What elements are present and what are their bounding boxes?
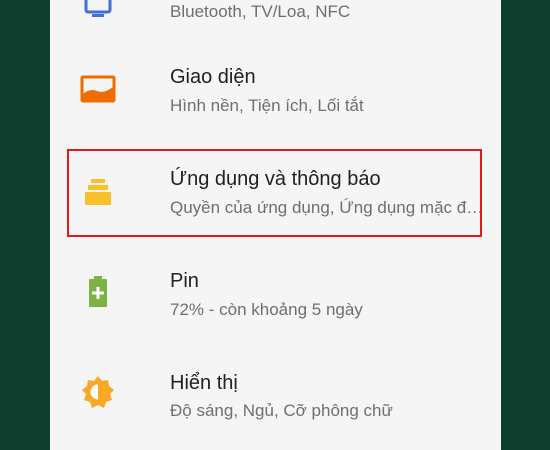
settings-panel: Bluetooth, TV/Loa, NFC Giao diện Hình nề… [50,0,501,450]
battery-icon [76,270,120,314]
settings-item-battery[interactable]: Pin 72% - còn khoảng 5 ngày [50,250,501,350]
settings-item-subtitle: 72% - còn khoảng 5 ngày [170,300,363,319]
settings-item-display[interactable]: Hiển thị Độ sáng, Ngủ, Cỡ phông chữ [50,350,501,450]
settings-item-subtitle: Độ sáng, Ngủ, Cỡ phông chữ [170,401,393,420]
settings-item-connected-devices[interactable]: Bluetooth, TV/Loa, NFC [50,0,501,50]
settings-item-title: Hiển thị [170,372,238,394]
wallpaper-icon [76,67,120,111]
settings-item-subtitle: Quyền của ứng dụng, Ứng dụng mặc định [170,198,485,217]
settings-item-appearance[interactable]: Giao diện Hình nền, Tiện ích, Lối tắt [50,50,501,150]
settings-item-subtitle: Bluetooth, TV/Loa, NFC [170,2,351,21]
settings-item-subtitle: Hình nền, Tiện ích, Lối tắt [170,96,364,115]
settings-item-title: Giao diện [170,66,256,88]
settings-item-title: Pin [170,270,199,292]
settings-item-apps-notifications[interactable]: Ứng dụng và thông báo Quyền của ứng dụng… [50,150,501,250]
connected-devices-icon [76,0,120,22]
brightness-icon [76,370,120,414]
settings-item-title: Ứng dụng và thông báo [170,168,381,190]
apps-icon [76,170,120,214]
